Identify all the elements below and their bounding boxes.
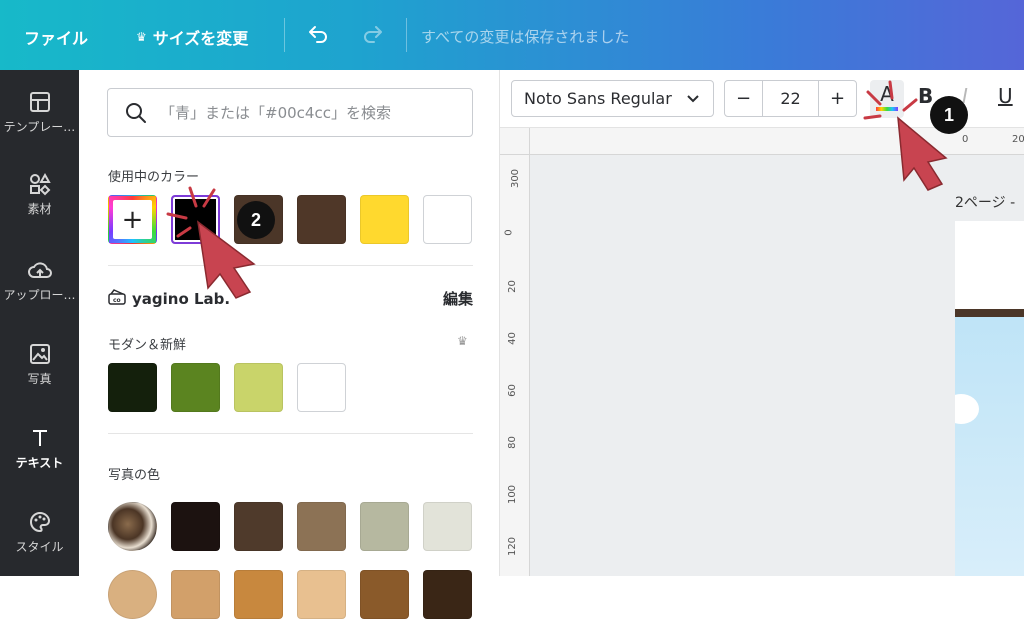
palette-swatch[interactable] (234, 363, 283, 412)
search-placeholder: 「青」または「#00c4cc」を検索 (160, 104, 391, 122)
font-size-value[interactable]: 22 (762, 81, 819, 116)
undo-icon[interactable] (306, 22, 330, 50)
decrease-font-size-button[interactable]: − (725, 81, 762, 116)
add-color-button[interactable]: + (108, 195, 157, 244)
ruler-corner (500, 128, 530, 155)
font-size-stepper: − 22 + (724, 80, 857, 117)
color-swatch-yellow[interactable] (360, 195, 409, 244)
canvas-area[interactable] (500, 128, 1024, 576)
edit-brand-button[interactable]: 編集 (443, 288, 473, 309)
photo-colors-title: 写真の色 (108, 468, 161, 483)
ruler-label: 0 (503, 229, 515, 236)
plus-icon: + (113, 200, 152, 239)
sidebar-item-photos[interactable]: 写真 (0, 342, 79, 387)
divider (284, 18, 285, 52)
ruler-left: 300 0 20 40 60 80 100 120 (500, 155, 530, 576)
sidebar-item-styles[interactable]: スタイル (0, 510, 79, 555)
ruler-label: 0 (962, 134, 969, 145)
ruler-label: 300 (510, 168, 522, 189)
chevron-down-icon (685, 90, 701, 110)
annotation-badge-2: 2 (237, 201, 275, 239)
upload-icon (0, 258, 79, 282)
rainbow-bar (876, 107, 898, 111)
page-sky (955, 317, 1024, 576)
ruler-label: 60 (506, 384, 518, 397)
top-bar: ファイル ♛ サイズを変更 すべての変更は保存されました (0, 0, 1024, 70)
divider (108, 433, 473, 434)
text-color-button[interactable]: A (870, 80, 904, 118)
color-swatch-black[interactable] (171, 195, 220, 244)
brand-kit-icon: co (108, 288, 126, 309)
palette-swatch[interactable] (297, 363, 346, 412)
photo-thumbnail[interactable] (108, 502, 157, 551)
sidebar-item-label: 素材 (27, 202, 52, 216)
page-band (955, 309, 1024, 317)
annotation-badge-1: 1 (930, 96, 968, 134)
photo-color-swatch[interactable] (360, 502, 409, 551)
color-swatch-dark-brown[interactable] (297, 195, 346, 244)
ruler-label: 80 (506, 436, 518, 449)
palette-title: モダン＆新鮮 (108, 338, 187, 353)
search-icon (124, 101, 148, 129)
redo-icon[interactable] (361, 22, 385, 50)
sidebar-item-text[interactable]: テキスト (0, 426, 79, 471)
font-name: Noto Sans Regular (524, 89, 672, 108)
template-icon (0, 90, 79, 114)
photo-color-swatch[interactable] (171, 502, 220, 551)
crown-icon: ♛ (457, 334, 468, 348)
style-icon (0, 510, 79, 534)
photo-color-swatch[interactable] (423, 502, 472, 551)
photo-color-swatch[interactable] (234, 570, 283, 619)
underline-button[interactable]: U (998, 84, 1013, 108)
color-swatch-white[interactable] (423, 195, 472, 244)
sidebar-item-label: 写真 (27, 372, 52, 386)
palette-swatch[interactable] (171, 363, 220, 412)
sidebar-item-label: スタイル (15, 540, 64, 554)
photo-thumbnail[interactable] (108, 570, 157, 619)
ruler-label: 20 (506, 280, 518, 293)
brand-kit-header: co yagino Lab. 編集 (108, 288, 473, 309)
text-color-letter: A (880, 82, 894, 106)
resize-label: サイズを変更 (152, 29, 249, 48)
font-family-dropdown[interactable]: Noto Sans Regular (511, 80, 714, 117)
photo-color-swatch[interactable] (297, 570, 346, 619)
ruler-label: 120 (507, 536, 519, 557)
sidebar-item-label: テキスト (15, 456, 64, 470)
file-menu-button[interactable]: ファイル (24, 25, 88, 49)
sidebar-item-templates[interactable]: テンプレー… (0, 90, 79, 135)
ruler-label: 20 (1012, 134, 1024, 145)
bold-button[interactable]: B (918, 84, 933, 108)
color-search-input[interactable]: 「青」または「#00c4cc」を検索 (107, 88, 473, 137)
elements-icon (0, 172, 79, 196)
crown-icon: ♛ (136, 30, 147, 44)
save-status: すべての変更は保存されました (421, 28, 630, 46)
page-label: 2ページ - (955, 195, 1016, 211)
divider (108, 265, 473, 266)
text-icon (0, 426, 79, 450)
photo-color-swatch[interactable] (360, 570, 409, 619)
photo-color-swatch[interactable] (297, 502, 346, 551)
photo-color-swatch[interactable] (171, 570, 220, 619)
resize-button[interactable]: ♛ サイズを変更 (136, 25, 248, 49)
increase-font-size-button[interactable]: + (819, 81, 856, 116)
sidebar-item-label: テンプレー… (3, 120, 76, 134)
ruler-label: 100 (507, 484, 519, 505)
photo-color-swatch[interactable] (423, 570, 472, 619)
in-use-colors-title: 使用中のカラー (108, 170, 200, 185)
sidebar-item-uploads[interactable]: アップロー… (0, 258, 79, 303)
sidebar-item-elements[interactable]: 素材 (0, 172, 79, 217)
design-page[interactable] (955, 221, 1024, 576)
brand-kit-label: yagino Lab. (132, 289, 231, 308)
sidebar-item-label: アップロー… (3, 288, 76, 302)
svg-text:co: co (113, 297, 121, 304)
divider (406, 18, 407, 52)
photo-icon (0, 342, 79, 366)
left-sidebar: テンプレー… 素材 アップロー… 写真 テキスト スタイル (0, 70, 79, 576)
palette-swatch[interactable] (108, 363, 157, 412)
ruler-label: 40 (506, 332, 518, 345)
photo-color-swatch[interactable] (234, 502, 283, 551)
color-panel: 「青」または「#00c4cc」を検索 使用中のカラー + co yagino L… (79, 70, 500, 619)
brand-kit-name: co yagino Lab. (108, 288, 231, 309)
